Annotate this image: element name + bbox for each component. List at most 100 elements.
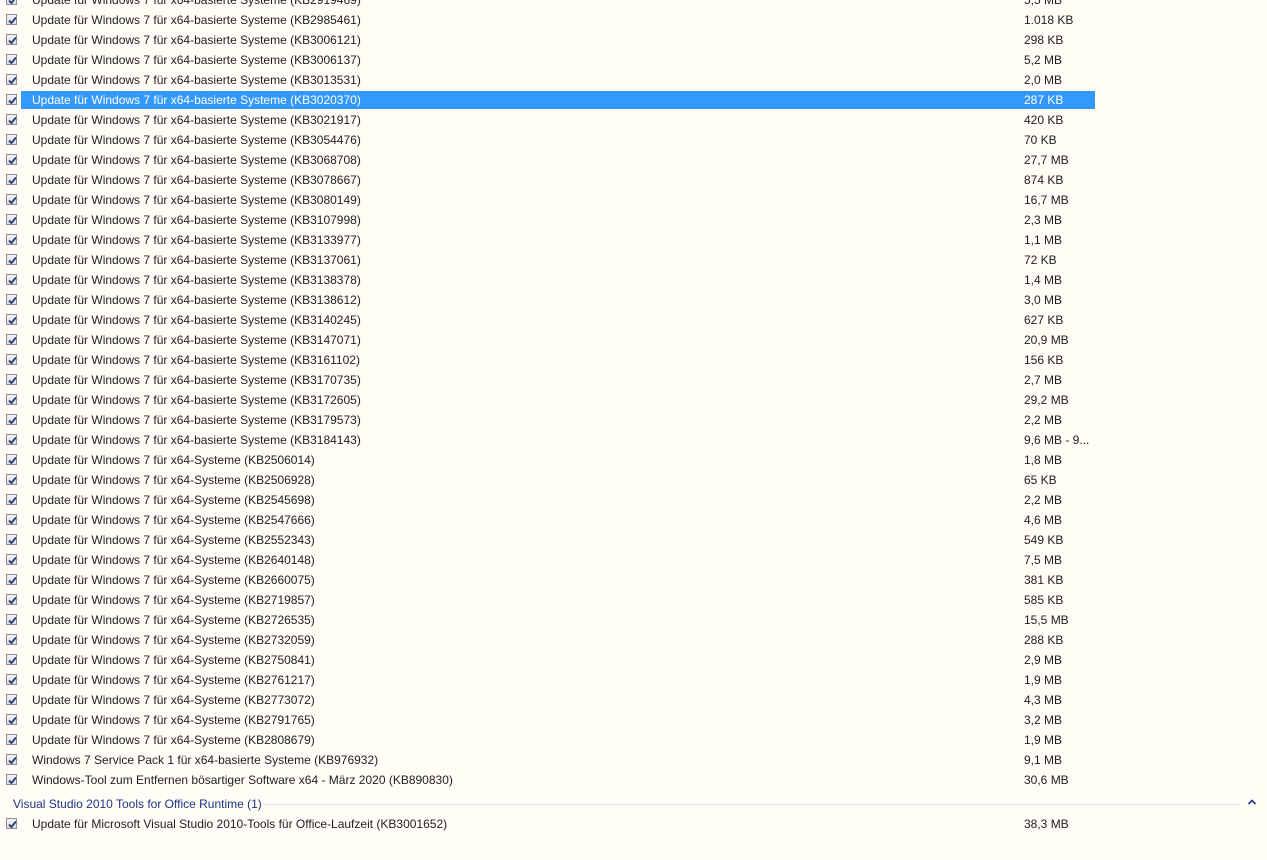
update-size: 29,2 MB: [1024, 393, 1069, 407]
update-checkbox[interactable]: [6, 354, 17, 365]
update-row[interactable]: Update für Windows 7 für x64-Systeme (KB…: [0, 570, 1096, 590]
update-row[interactable]: Update für Windows 7 für x64-basierte Sy…: [0, 250, 1096, 270]
update-checkbox[interactable]: [6, 694, 17, 705]
update-row[interactable]: Update für Windows 7 für x64-basierte Sy…: [0, 30, 1096, 50]
update-row[interactable]: Update für Windows 7 für x64-basierte Sy…: [0, 230, 1096, 250]
update-row[interactable]: Update für Windows 7 für x64-basierte Sy…: [0, 150, 1096, 170]
update-checkbox[interactable]: [6, 54, 17, 65]
update-row[interactable]: Update für Windows 7 für x64-basierte Sy…: [0, 110, 1096, 130]
update-checkbox[interactable]: [6, 374, 17, 385]
update-row[interactable]: Update für Windows 7 für x64-Systeme (KB…: [0, 690, 1096, 710]
update-checkbox[interactable]: [6, 274, 17, 285]
update-checkbox[interactable]: [6, 154, 17, 165]
update-checkbox[interactable]: [6, 194, 17, 205]
update-size: 16,7 MB: [1024, 193, 1069, 207]
update-checkbox[interactable]: [6, 534, 17, 545]
update-row[interactable]: Update für Windows 7 für x64-Systeme (KB…: [0, 730, 1096, 750]
update-row[interactable]: Update für Windows 7 für x64-basierte Sy…: [0, 130, 1096, 150]
update-name: Update für Windows 7 für x64-basierte Sy…: [32, 213, 361, 227]
update-checkbox[interactable]: [6, 614, 17, 625]
update-row[interactable]: Update für Windows 7 für x64-basierte Sy…: [0, 310, 1096, 330]
update-row[interactable]: Update für Windows 7 für x64-basierte Sy…: [0, 270, 1096, 290]
update-row[interactable]: Windows-Tool zum Entfernen bösartiger So…: [0, 770, 1096, 790]
update-checkbox[interactable]: [6, 334, 17, 345]
update-row[interactable]: Update für Windows 7 für x64-Systeme (KB…: [0, 650, 1096, 670]
update-checkbox[interactable]: [6, 734, 17, 745]
update-checkbox[interactable]: [6, 254, 17, 265]
update-checkbox[interactable]: [6, 94, 17, 105]
update-row[interactable]: Update für Windows 7 für x64-basierte Sy…: [0, 90, 1096, 110]
update-row[interactable]: Update für Windows 7 für x64-basierte Sy…: [0, 10, 1096, 30]
update-checkbox[interactable]: [6, 594, 17, 605]
update-checkbox[interactable]: [6, 634, 17, 645]
update-row[interactable]: Update für Windows 7 für x64-basierte Sy…: [0, 210, 1096, 230]
update-row[interactable]: Update für Windows 7 für x64-basierte Sy…: [0, 390, 1096, 410]
checkmark-icon: [8, 76, 17, 85]
update-row[interactable]: Update für Windows 7 für x64-Systeme (KB…: [0, 630, 1096, 650]
update-row[interactable]: Update für Microsoft Visual Studio 2010-…: [0, 814, 1096, 834]
update-checkbox[interactable]: [6, 394, 17, 405]
update-row[interactable]: Update für Windows 7 für x64-Systeme (KB…: [0, 590, 1096, 610]
update-checkbox[interactable]: [6, 134, 17, 145]
update-name: Update für Windows 7 für x64-basierte Sy…: [32, 193, 361, 207]
update-row[interactable]: Update für Windows 7 für x64-Systeme (KB…: [0, 670, 1096, 690]
update-row[interactable]: Update für Windows 7 für x64-basierte Sy…: [0, 190, 1096, 210]
update-row[interactable]: Update für Windows 7 für x64-basierte Sy…: [0, 370, 1096, 390]
chevron-up-icon[interactable]: [1246, 796, 1258, 808]
update-row[interactable]: Update für Windows 7 für x64-Systeme (KB…: [0, 710, 1096, 730]
update-row[interactable]: Update für Windows 7 für x64-Systeme (KB…: [0, 470, 1096, 490]
update-row[interactable]: Update für Windows 7 für x64-basierte Sy…: [0, 170, 1096, 190]
update-checkbox[interactable]: [6, 434, 17, 445]
update-row[interactable]: Update für Windows 7 für x64-basierte Sy…: [0, 290, 1096, 310]
update-size: 1,1 MB: [1024, 233, 1063, 247]
update-checkbox[interactable]: [6, 474, 17, 485]
update-row[interactable]: Update für Windows 7 für x64-Systeme (KB…: [0, 530, 1096, 550]
update-checkbox[interactable]: [6, 114, 17, 125]
update-checkbox[interactable]: [6, 74, 17, 85]
update-checkbox[interactable]: [6, 454, 17, 465]
update-name: Update für Windows 7 für x64-Systeme (KB…: [32, 473, 315, 487]
update-row[interactable]: Update für Windows 7 für x64-basierte Sy…: [0, 430, 1096, 450]
checkmark-icon: [8, 0, 16, 5]
update-checkbox[interactable]: [6, 714, 17, 725]
update-name: Update für Windows 7 für x64-Systeme (KB…: [32, 733, 315, 747]
update-checkbox[interactable]: [6, 414, 17, 425]
update-name: Windows-Tool zum Entfernen bösartiger So…: [32, 773, 453, 787]
checkmark-icon: [8, 756, 17, 765]
checkmark-icon: [8, 696, 17, 705]
update-row[interactable]: Update für Windows 7 für x64-Systeme (KB…: [0, 450, 1096, 470]
update-checkbox[interactable]: [6, 554, 17, 565]
update-row[interactable]: Update für Windows 7 für x64-basierte Sy…: [0, 70, 1096, 90]
update-checkbox[interactable]: [6, 294, 17, 305]
update-row[interactable]: Update für Windows 7 für x64-Systeme (KB…: [0, 610, 1096, 630]
update-row[interactable]: Update für Windows 7 für x64-Systeme (KB…: [0, 550, 1096, 570]
update-size: 15,5 MB: [1024, 613, 1069, 627]
update-row[interactable]: Update für Windows 7 für x64-basierte Sy…: [0, 410, 1096, 430]
update-checkbox[interactable]: [6, 0, 17, 5]
update-row[interactable]: Update für Windows 7 für x64-basierte Sy…: [0, 350, 1096, 370]
update-checkbox[interactable]: [6, 574, 17, 585]
update-checkbox[interactable]: [6, 234, 17, 245]
update-checkbox[interactable]: [6, 314, 17, 325]
update-size: 156 KB: [1024, 353, 1064, 367]
update-checkbox[interactable]: [6, 514, 17, 525]
update-checkbox[interactable]: [6, 674, 17, 685]
group-header[interactable]: Visual Studio 2010 Tools for Office Runt…: [0, 790, 1267, 814]
update-checkbox[interactable]: [6, 654, 17, 665]
update-row[interactable]: Update für Windows 7 für x64-basierte Sy…: [0, 0, 1096, 10]
update-checkbox[interactable]: [6, 214, 17, 225]
update-checkbox[interactable]: [6, 818, 17, 829]
update-row[interactable]: Update für Windows 7 für x64-basierte Sy…: [0, 50, 1096, 70]
update-row[interactable]: Update für Windows 7 für x64-Systeme (KB…: [0, 490, 1096, 510]
update-checkbox[interactable]: [6, 754, 17, 765]
update-row[interactable]: Windows 7 Service Pack 1 für x64-basiert…: [0, 750, 1096, 770]
update-row[interactable]: Update für Windows 7 für x64-basierte Sy…: [0, 330, 1096, 350]
update-checkbox[interactable]: [6, 774, 17, 785]
checkmark-icon: [8, 356, 17, 365]
update-row[interactable]: Update für Windows 7 für x64-Systeme (KB…: [0, 510, 1096, 530]
update-checkbox[interactable]: [6, 34, 17, 45]
update-checkbox[interactable]: [6, 494, 17, 505]
update-name: Update für Windows 7 für x64-basierte Sy…: [32, 173, 361, 187]
update-checkbox[interactable]: [6, 14, 17, 25]
update-checkbox[interactable]: [6, 174, 17, 185]
